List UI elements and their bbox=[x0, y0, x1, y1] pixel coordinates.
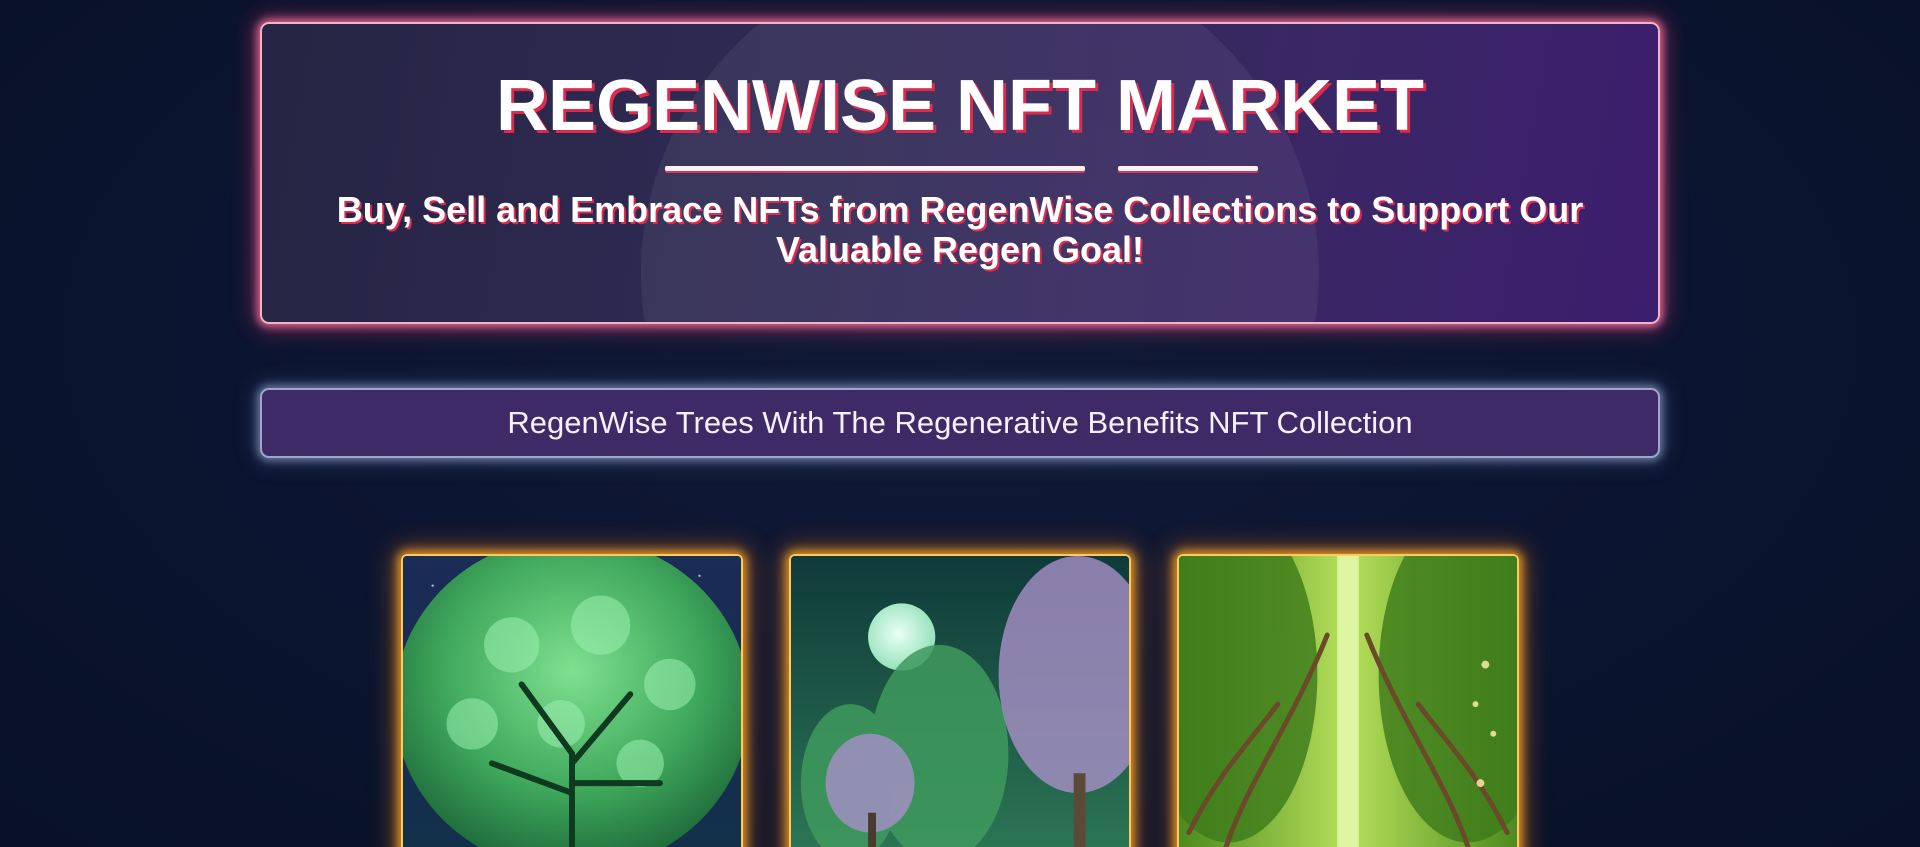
glowing-green-tree-night-icon bbox=[403, 556, 741, 847]
page-subtitle: Buy, Sell and Embrace NFTs from RegenWis… bbox=[336, 189, 1584, 270]
moonlit-forest-icon bbox=[791, 556, 1129, 847]
tree-tunnel-path-icon bbox=[1179, 556, 1517, 847]
nft-card[interactable] bbox=[789, 554, 1131, 847]
nft-card[interactable] bbox=[1177, 554, 1519, 847]
collection-title: RegenWise Trees With The Regenerative Be… bbox=[507, 405, 1413, 440]
nft-card[interactable] bbox=[401, 554, 743, 847]
title-underline bbox=[262, 166, 1658, 172]
page-title: REGENWISE NFT MARKET bbox=[496, 66, 1424, 146]
collection-header: RegenWise Trees With The Regenerative Be… bbox=[260, 388, 1660, 458]
underline-short bbox=[1118, 166, 1258, 171]
hero-banner: REGENWISE NFT MARKET Buy, Sell and Embra… bbox=[260, 22, 1660, 324]
underline-long bbox=[665, 166, 1085, 171]
